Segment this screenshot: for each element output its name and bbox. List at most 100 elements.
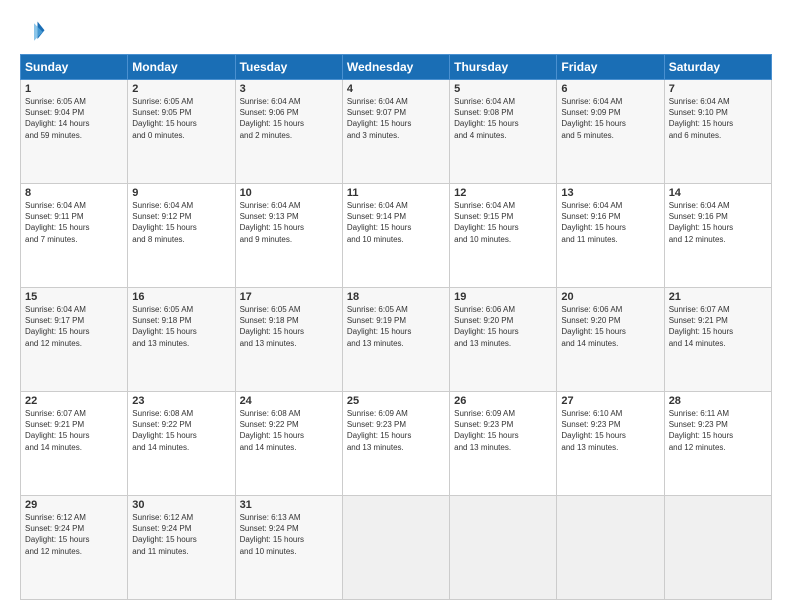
day-number: 22 (25, 395, 123, 407)
weekday-header-monday: Monday (128, 55, 235, 80)
calendar-day: 31Sunrise: 6:13 AM Sunset: 9:24 PM Dayli… (235, 496, 342, 600)
day-number: 24 (240, 395, 338, 407)
day-number: 25 (347, 395, 445, 407)
day-number: 11 (347, 187, 445, 199)
day-number: 9 (132, 187, 230, 199)
calendar-day: 10Sunrise: 6:04 AM Sunset: 9:13 PM Dayli… (235, 184, 342, 288)
calendar-day: 24Sunrise: 6:08 AM Sunset: 9:22 PM Dayli… (235, 392, 342, 496)
calendar-week-2: 8Sunrise: 6:04 AM Sunset: 9:11 PM Daylig… (21, 184, 772, 288)
weekday-header-sunday: Sunday (21, 55, 128, 80)
logo-icon (20, 18, 48, 46)
day-info: Sunrise: 6:05 AM Sunset: 9:04 PM Dayligh… (25, 96, 123, 141)
day-info: Sunrise: 6:10 AM Sunset: 9:23 PM Dayligh… (561, 408, 659, 453)
day-info: Sunrise: 6:06 AM Sunset: 9:20 PM Dayligh… (561, 304, 659, 349)
day-number: 14 (669, 187, 767, 199)
day-number: 12 (454, 187, 552, 199)
day-info: Sunrise: 6:06 AM Sunset: 9:20 PM Dayligh… (454, 304, 552, 349)
day-number: 20 (561, 291, 659, 303)
day-info: Sunrise: 6:04 AM Sunset: 9:10 PM Dayligh… (669, 96, 767, 141)
day-info: Sunrise: 6:12 AM Sunset: 9:24 PM Dayligh… (25, 512, 123, 557)
calendar-week-3: 15Sunrise: 6:04 AM Sunset: 9:17 PM Dayli… (21, 288, 772, 392)
day-number: 29 (25, 499, 123, 511)
day-info: Sunrise: 6:04 AM Sunset: 9:11 PM Dayligh… (25, 200, 123, 245)
day-number: 18 (347, 291, 445, 303)
calendar-day: 16Sunrise: 6:05 AM Sunset: 9:18 PM Dayli… (128, 288, 235, 392)
calendar-day: 4Sunrise: 6:04 AM Sunset: 9:07 PM Daylig… (342, 80, 449, 184)
calendar-day: 5Sunrise: 6:04 AM Sunset: 9:08 PM Daylig… (450, 80, 557, 184)
calendar-day: 21Sunrise: 6:07 AM Sunset: 9:21 PM Dayli… (664, 288, 771, 392)
day-info: Sunrise: 6:04 AM Sunset: 9:15 PM Dayligh… (454, 200, 552, 245)
calendar-day: 28Sunrise: 6:11 AM Sunset: 9:23 PM Dayli… (664, 392, 771, 496)
day-number: 19 (454, 291, 552, 303)
day-info: Sunrise: 6:09 AM Sunset: 9:23 PM Dayligh… (347, 408, 445, 453)
calendar-page: SundayMondayTuesdayWednesdayThursdayFrid… (0, 0, 792, 612)
day-info: Sunrise: 6:13 AM Sunset: 9:24 PM Dayligh… (240, 512, 338, 557)
day-info: Sunrise: 6:11 AM Sunset: 9:23 PM Dayligh… (669, 408, 767, 453)
calendar-day: 17Sunrise: 6:05 AM Sunset: 9:18 PM Dayli… (235, 288, 342, 392)
day-number: 8 (25, 187, 123, 199)
day-number: 10 (240, 187, 338, 199)
calendar-day: 29Sunrise: 6:12 AM Sunset: 9:24 PM Dayli… (21, 496, 128, 600)
day-info: Sunrise: 6:04 AM Sunset: 9:13 PM Dayligh… (240, 200, 338, 245)
day-number: 27 (561, 395, 659, 407)
day-info: Sunrise: 6:04 AM Sunset: 9:08 PM Dayligh… (454, 96, 552, 141)
day-number: 30 (132, 499, 230, 511)
day-info: Sunrise: 6:04 AM Sunset: 9:16 PM Dayligh… (561, 200, 659, 245)
day-info: Sunrise: 6:05 AM Sunset: 9:18 PM Dayligh… (132, 304, 230, 349)
calendar-day (342, 496, 449, 600)
calendar-day: 25Sunrise: 6:09 AM Sunset: 9:23 PM Dayli… (342, 392, 449, 496)
calendar-day: 3Sunrise: 6:04 AM Sunset: 9:06 PM Daylig… (235, 80, 342, 184)
day-number: 26 (454, 395, 552, 407)
calendar-day: 13Sunrise: 6:04 AM Sunset: 9:16 PM Dayli… (557, 184, 664, 288)
calendar-day: 18Sunrise: 6:05 AM Sunset: 9:19 PM Dayli… (342, 288, 449, 392)
calendar-day: 14Sunrise: 6:04 AM Sunset: 9:16 PM Dayli… (664, 184, 771, 288)
day-number: 2 (132, 83, 230, 95)
day-number: 7 (669, 83, 767, 95)
day-info: Sunrise: 6:04 AM Sunset: 9:14 PM Dayligh… (347, 200, 445, 245)
calendar-day: 9Sunrise: 6:04 AM Sunset: 9:12 PM Daylig… (128, 184, 235, 288)
day-info: Sunrise: 6:09 AM Sunset: 9:23 PM Dayligh… (454, 408, 552, 453)
day-number: 1 (25, 83, 123, 95)
calendar-table: SundayMondayTuesdayWednesdayThursdayFrid… (20, 54, 772, 600)
day-info: Sunrise: 6:05 AM Sunset: 9:19 PM Dayligh… (347, 304, 445, 349)
calendar-day: 1Sunrise: 6:05 AM Sunset: 9:04 PM Daylig… (21, 80, 128, 184)
day-number: 17 (240, 291, 338, 303)
day-number: 6 (561, 83, 659, 95)
weekday-header-wednesday: Wednesday (342, 55, 449, 80)
calendar-body: 1Sunrise: 6:05 AM Sunset: 9:04 PM Daylig… (21, 80, 772, 600)
calendar-day (664, 496, 771, 600)
day-number: 31 (240, 499, 338, 511)
day-number: 13 (561, 187, 659, 199)
weekday-row: SundayMondayTuesdayWednesdayThursdayFrid… (21, 55, 772, 80)
calendar-day: 11Sunrise: 6:04 AM Sunset: 9:14 PM Dayli… (342, 184, 449, 288)
calendar-day: 6Sunrise: 6:04 AM Sunset: 9:09 PM Daylig… (557, 80, 664, 184)
day-number: 5 (454, 83, 552, 95)
day-info: Sunrise: 6:04 AM Sunset: 9:06 PM Dayligh… (240, 96, 338, 141)
day-info: Sunrise: 6:04 AM Sunset: 9:16 PM Dayligh… (669, 200, 767, 245)
calendar-day: 7Sunrise: 6:04 AM Sunset: 9:10 PM Daylig… (664, 80, 771, 184)
calendar-header: SundayMondayTuesdayWednesdayThursdayFrid… (21, 55, 772, 80)
calendar-day: 27Sunrise: 6:10 AM Sunset: 9:23 PM Dayli… (557, 392, 664, 496)
day-info: Sunrise: 6:07 AM Sunset: 9:21 PM Dayligh… (669, 304, 767, 349)
calendar-week-5: 29Sunrise: 6:12 AM Sunset: 9:24 PM Dayli… (21, 496, 772, 600)
day-number: 15 (25, 291, 123, 303)
calendar-day: 30Sunrise: 6:12 AM Sunset: 9:24 PM Dayli… (128, 496, 235, 600)
calendar-day: 8Sunrise: 6:04 AM Sunset: 9:11 PM Daylig… (21, 184, 128, 288)
day-number: 16 (132, 291, 230, 303)
calendar-day: 23Sunrise: 6:08 AM Sunset: 9:22 PM Dayli… (128, 392, 235, 496)
calendar-day: 12Sunrise: 6:04 AM Sunset: 9:15 PM Dayli… (450, 184, 557, 288)
day-info: Sunrise: 6:05 AM Sunset: 9:05 PM Dayligh… (132, 96, 230, 141)
day-info: Sunrise: 6:05 AM Sunset: 9:18 PM Dayligh… (240, 304, 338, 349)
day-info: Sunrise: 6:04 AM Sunset: 9:17 PM Dayligh… (25, 304, 123, 349)
day-info: Sunrise: 6:08 AM Sunset: 9:22 PM Dayligh… (132, 408, 230, 453)
calendar-week-4: 22Sunrise: 6:07 AM Sunset: 9:21 PM Dayli… (21, 392, 772, 496)
weekday-header-tuesday: Tuesday (235, 55, 342, 80)
calendar-day: 15Sunrise: 6:04 AM Sunset: 9:17 PM Dayli… (21, 288, 128, 392)
weekday-header-saturday: Saturday (664, 55, 771, 80)
calendar-day: 2Sunrise: 6:05 AM Sunset: 9:05 PM Daylig… (128, 80, 235, 184)
calendar-day: 26Sunrise: 6:09 AM Sunset: 9:23 PM Dayli… (450, 392, 557, 496)
day-info: Sunrise: 6:04 AM Sunset: 9:12 PM Dayligh… (132, 200, 230, 245)
calendar-day (557, 496, 664, 600)
day-info: Sunrise: 6:04 AM Sunset: 9:09 PM Dayligh… (561, 96, 659, 141)
day-number: 23 (132, 395, 230, 407)
